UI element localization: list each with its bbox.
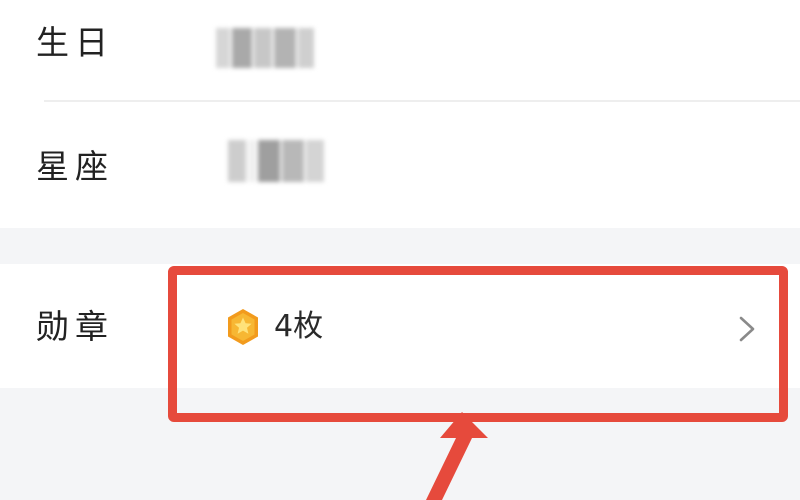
birthday-value-redacted: [216, 28, 314, 68]
badge-row[interactable]: 勋章: [0, 264, 800, 388]
constellation-row[interactable]: 星座: [0, 104, 800, 228]
badge-card: 勋章: [0, 264, 800, 388]
row-divider: [44, 100, 800, 102]
chevron-right-icon[interactable]: [736, 314, 758, 344]
star-medal-icon: [228, 309, 258, 345]
badge-count: 4枚: [274, 309, 324, 344]
profile-screen: 生日 星座 勋章 4枚: [0, 0, 800, 500]
profile-info-card: 生日 星座: [0, 0, 800, 228]
pointer-arrow-icon: [426, 412, 488, 500]
birthday-label: 生日: [36, 23, 114, 62]
constellation-label: 星座: [36, 147, 114, 186]
badge-value[interactable]: 4枚: [226, 308, 323, 346]
birthday-row[interactable]: 生日: [0, 0, 800, 100]
constellation-value-redacted: [228, 140, 324, 182]
badge-label: 勋章: [36, 307, 114, 346]
